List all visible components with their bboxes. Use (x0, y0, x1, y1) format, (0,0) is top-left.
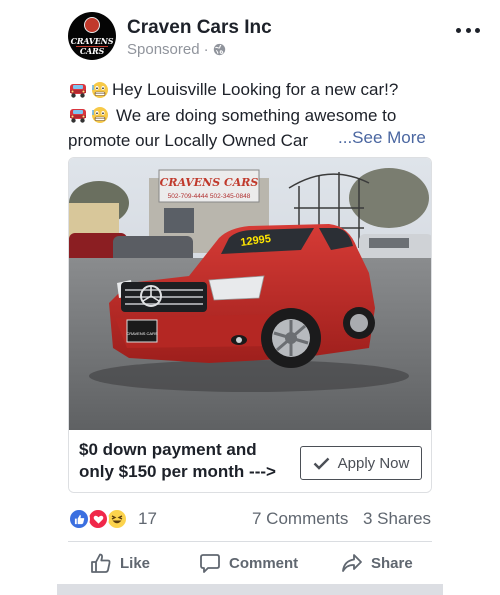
ad-photo[interactable]: CRAVENS CARS 502-709-4444 502-345-0848 1… (69, 158, 432, 430)
apply-now-label: Apply Now (337, 454, 410, 472)
comments-count-link[interactable]: 7 Comments (252, 509, 348, 529)
page-name[interactable]: Craven Cars Inc (127, 17, 272, 39)
check-icon (313, 457, 329, 470)
comment-icon (200, 554, 220, 573)
like-reaction-icon (68, 508, 90, 530)
avatar-badge (84, 17, 100, 33)
reaction-count: 17 (138, 509, 157, 528)
post-text-line-2: We are doing something awesome to (68, 103, 428, 129)
post-header: CRAVENS CARS Craven Cars Inc Sponsored · (68, 12, 488, 64)
apply-now-button[interactable]: Apply Now (300, 446, 422, 480)
ad-footer: $0 down payment and only $150 per month … (69, 430, 431, 492)
ad-headline[interactable]: $0 down payment and only $150 per month … (79, 439, 289, 483)
meta-separator: · (203, 41, 209, 58)
post-meta: Sponsored · (127, 41, 226, 58)
thumbs-up-icon (91, 553, 111, 573)
page-avatar[interactable]: CRAVENS CARS (68, 12, 116, 60)
post-text-line-1-text: Hey Louisville Looking for a new car!? (112, 80, 399, 99)
feed-separator (57, 584, 443, 595)
more-options-icon[interactable] (456, 20, 480, 40)
car-emoji (70, 109, 86, 123)
globe-icon (213, 43, 225, 56)
sponsored-post: CRAVENS CARS Craven Cars Inc Sponsored · (0, 0, 500, 595)
grimace-emoji (92, 107, 108, 124)
sign-name: CRAVENS CARS (160, 176, 259, 189)
comment-label: Comment (229, 554, 299, 572)
shares-count-link[interactable]: 3 Shares (363, 509, 431, 529)
car-emoji (70, 83, 86, 98)
share-icon (342, 554, 362, 572)
share-button[interactable]: Share (341, 545, 413, 581)
action-divider (68, 541, 432, 542)
post-actions: Like Comment Share (68, 545, 432, 581)
avatar-underline (76, 46, 108, 47)
love-reaction-icon (87, 508, 109, 530)
share-label: Share (371, 554, 413, 572)
ad-card[interactable]: CRAVENS CARS 502-709-4444 502-345-0848 1… (68, 157, 432, 493)
plate-text: CRAVENS CARS (126, 331, 158, 336)
post-text-line-2-text: We are doing something awesome to (116, 105, 397, 125)
grimace-emoji (92, 81, 108, 98)
reactions-summary[interactable]: 17 (68, 507, 157, 531)
haha-reaction-icon (106, 508, 128, 530)
post-text-line-3-text: promote our Locally Owned Car (68, 131, 309, 150)
like-button[interactable]: Like (90, 545, 150, 581)
like-label: Like (120, 554, 151, 572)
see-more-link[interactable]: ...See More (338, 128, 426, 148)
comment-button[interactable]: Comment (199, 545, 298, 581)
sign-phones: 502-709-4444 502-345-0848 (168, 193, 251, 200)
post-text-line-1: Hey Louisville Looking for a new car!? (68, 77, 428, 103)
sponsored-label[interactable]: Sponsored (127, 41, 200, 58)
